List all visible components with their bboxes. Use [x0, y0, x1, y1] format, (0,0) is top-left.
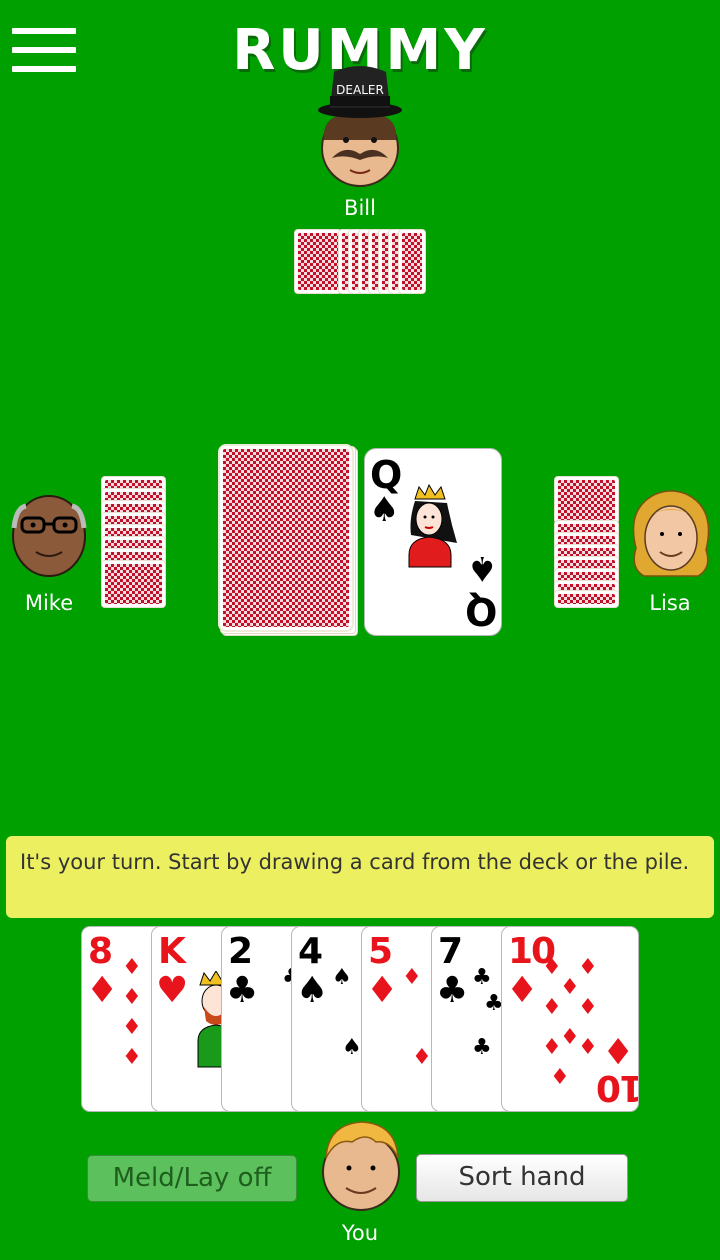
you-avatar	[322, 1121, 400, 1211]
lisa-avatar	[632, 490, 710, 577]
spade-icon: ♠	[369, 490, 400, 530]
suit-icon: ♥	[156, 970, 189, 1011]
card-rank: K	[158, 931, 186, 972]
card-rank: 4	[298, 931, 323, 972]
mike-avatar	[11, 495, 87, 577]
bill-hand	[294, 229, 426, 294]
suit-pip-icon: ♦	[122, 1015, 142, 1040]
card-rank: Q	[467, 589, 498, 633]
discard-pile-card[interactable]: Q ♠ ♠ Q	[364, 448, 502, 636]
suit-pip-icon: ♠	[342, 1035, 362, 1060]
suit-pip-icon: ♦	[578, 955, 598, 980]
suit-pip-icon: ♣	[472, 1035, 492, 1060]
player-hand: 8♦♦♦♦♦K♥2♣♣4♠♠♠5♦♦♦7♣♣♣♣10♦♦♦♦♦♦♦♦♦♦♦10	[81, 926, 641, 1114]
card-rank: 2	[228, 931, 253, 972]
suit-pip-icon: ♣	[472, 965, 492, 990]
suit-icon: ♣	[226, 970, 259, 1011]
card-rank: 8	[88, 931, 113, 972]
card-back	[554, 476, 619, 524]
card-back	[101, 560, 166, 608]
suit-icon: ♦	[86, 970, 119, 1011]
suit-pip-icon: ♦	[550, 1065, 570, 1090]
suit-pip-icon: ♦	[122, 985, 142, 1010]
suit-icon: ♦	[366, 970, 399, 1011]
suit-pip-icon: ♦	[542, 995, 562, 1020]
suit-pip-icon: ♦	[560, 1025, 580, 1050]
suit-pip-icon: ♦	[578, 1035, 598, 1060]
suit-pip-icon: ♦	[122, 1045, 142, 1070]
suit-pip-icon: ♦	[412, 1045, 432, 1070]
card-rank: 5	[368, 931, 393, 972]
suit-icon: ♦	[602, 1029, 635, 1070]
card-back	[554, 590, 619, 608]
hand-card[interactable]: 10♦♦♦♦♦♦♦♦♦♦♦10	[501, 926, 639, 1112]
player-name-lisa: Lisa	[649, 591, 691, 615]
bill-avatar: DEALER	[318, 66, 402, 187]
lisa-hand	[554, 476, 619, 608]
draw-deck[interactable]	[218, 444, 360, 638]
queen-figure-icon	[408, 483, 457, 568]
suit-pip-icon: ♦	[122, 955, 142, 980]
suit-pip-icon: ♦	[542, 955, 562, 980]
spade-icon: ♠	[467, 548, 498, 588]
sort-hand-button[interactable]: Sort hand	[416, 1154, 628, 1202]
suit-icon: ♠	[296, 970, 329, 1011]
player-name-you: You	[341, 1221, 379, 1245]
card-back	[294, 229, 342, 294]
meld-lay-off-button[interactable]: Meld/Lay off	[87, 1155, 297, 1202]
card-back	[398, 229, 426, 294]
suit-pip-icon: ♦	[560, 975, 580, 1000]
player-name-bill: Bill	[344, 196, 376, 220]
card-back	[218, 444, 354, 632]
player-name-mike: Mike	[24, 591, 74, 615]
suit-pip-icon: ♦	[542, 1035, 562, 1060]
mike-hand	[101, 476, 166, 608]
suit-pip-icon: ♠	[332, 965, 352, 990]
suit-pip-icon: ♦	[578, 995, 598, 1020]
dealer-badge: DEALER	[336, 83, 384, 97]
suit-icon: ♦	[506, 970, 539, 1011]
suit-pip-icon: ♦	[402, 965, 422, 990]
card-rank: 10	[598, 1067, 638, 1108]
suit-icon: ♣	[436, 970, 469, 1011]
status-message: It's your turn. Start by drawing a card …	[6, 836, 714, 918]
card-rank: 7	[438, 931, 463, 972]
